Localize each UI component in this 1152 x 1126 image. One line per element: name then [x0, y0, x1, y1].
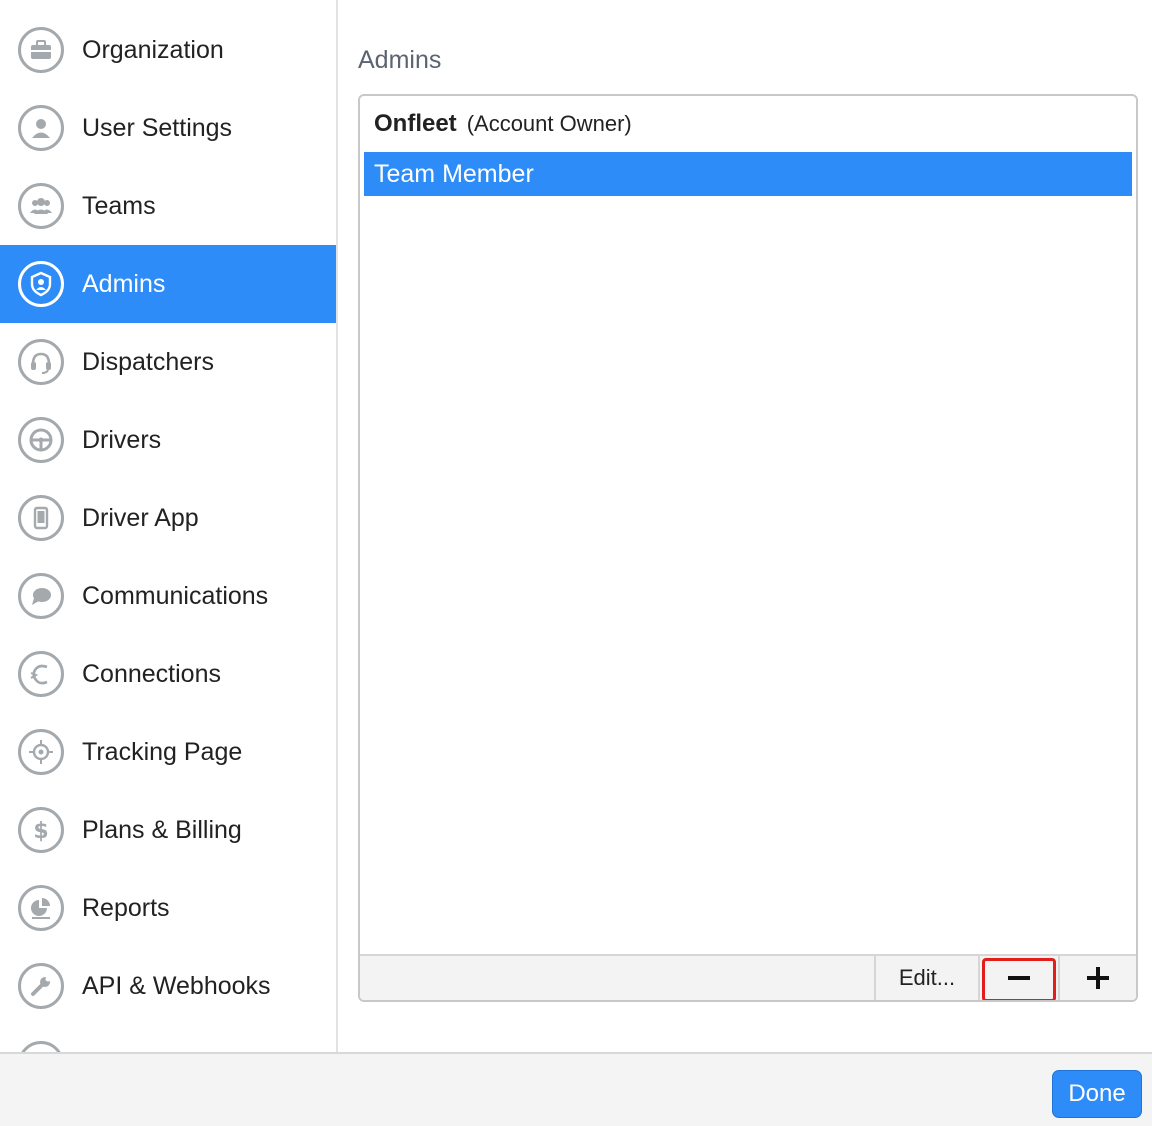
- sidebar-item-label: Teams: [82, 192, 156, 220]
- list-item-owner[interactable]: Onfleet (Account Owner): [364, 102, 1132, 146]
- sidebar-item-label: Plans & Billing: [82, 816, 242, 844]
- remove-button[interactable]: [978, 956, 1058, 1000]
- phone-icon: [18, 495, 64, 541]
- sidebar-item-plans-billing[interactable]: $ Plans & Billing: [0, 791, 336, 869]
- sidebar-item-dispatchers[interactable]: Dispatchers: [0, 323, 336, 401]
- sidebar-item-connections[interactable]: Connections: [0, 635, 336, 713]
- sidebar-item-more[interactable]: [0, 1025, 336, 1052]
- owner-name: Onfleet: [374, 110, 457, 137]
- sidebar-item-drivers[interactable]: Drivers: [0, 401, 336, 479]
- headset-icon: [18, 339, 64, 385]
- done-button[interactable]: Done: [1052, 1070, 1142, 1118]
- sidebar-item-label: Tracking Page: [82, 738, 243, 766]
- sidebar-item-api-webhooks[interactable]: API & Webhooks: [0, 947, 336, 1025]
- team-icon: [18, 183, 64, 229]
- pie-chart-icon: [18, 885, 64, 931]
- sidebar-item-label: Reports: [82, 894, 170, 922]
- admins-list: Onfleet (Account Owner) Team Member Edit…: [358, 94, 1138, 1002]
- bottom-bar: Done: [0, 1052, 1152, 1126]
- sidebar-item-label: Communications: [82, 582, 269, 610]
- sidebar-item-organization[interactable]: Organization: [0, 11, 336, 89]
- sidebar-item-label: Drivers: [82, 426, 162, 454]
- sidebar-item-tracking-page[interactable]: Tracking Page: [0, 713, 336, 791]
- add-button[interactable]: [1058, 956, 1136, 1000]
- sidebar-item-label: Admins: [82, 270, 166, 298]
- connection-icon: [18, 651, 64, 697]
- dollar-icon: $: [18, 807, 64, 853]
- briefcase-icon: [18, 27, 64, 73]
- sidebar-item-teams[interactable]: Teams: [0, 167, 336, 245]
- plus-icon: [1087, 967, 1109, 989]
- sidebar-item-communications[interactable]: Communications: [0, 557, 336, 635]
- sidebar-item-label: Dispatchers: [82, 348, 214, 376]
- sidebar-item-user-settings[interactable]: User Settings: [0, 89, 336, 167]
- sidebar-item-driver-app[interactable]: Driver App: [0, 479, 336, 557]
- minus-icon: [1008, 976, 1030, 980]
- sidebar-item-label: Connections: [82, 660, 221, 688]
- edit-button[interactable]: Edit...: [874, 956, 978, 1000]
- steering-wheel-icon: [18, 417, 64, 463]
- crosshair-icon: [18, 729, 64, 775]
- sidebar-item-label: User Settings: [82, 114, 233, 142]
- owner-role: (Account Owner): [466, 111, 632, 136]
- settings-window: Organization User Settings Teams Admins: [0, 0, 1152, 1126]
- sidebar-item-label: Driver App: [82, 504, 199, 532]
- sidebar-item-label: API & Webhooks: [82, 972, 271, 1000]
- list-item-selected[interactable]: Team Member: [364, 152, 1132, 196]
- sidebar-item-label: Organization: [82, 36, 224, 64]
- list-toolbar: Edit...: [360, 954, 1136, 1000]
- chat-bubble-icon: [18, 573, 64, 619]
- more-item-icon: [18, 1041, 64, 1052]
- shield-user-icon: [18, 261, 64, 307]
- svg-text:$: $: [33, 819, 48, 844]
- sidebar-item-reports[interactable]: Reports: [0, 869, 336, 947]
- page-title: Admins: [358, 46, 442, 74]
- wrench-icon: [18, 963, 64, 1009]
- sidebar: Organization User Settings Teams Admins: [0, 0, 338, 1052]
- sidebar-item-admins[interactable]: Admins: [0, 245, 336, 323]
- user-icon: [18, 105, 64, 151]
